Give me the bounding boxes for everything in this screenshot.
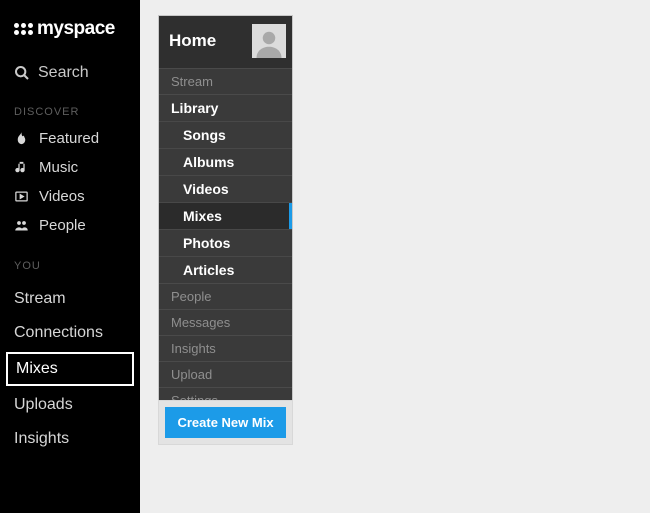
nav-videos[interactable]: Videos (0, 182, 140, 211)
panel-item-label: Upload (171, 367, 212, 382)
avatar[interactable] (252, 24, 286, 58)
panel-list: Stream Library Songs Albums Videos Mixes… (159, 68, 292, 439)
logo-dots-icon (14, 23, 33, 35)
panel-item-label: Library (171, 100, 218, 116)
search-label: Search (38, 64, 89, 82)
panel-sub-articles[interactable]: Articles (159, 256, 292, 283)
brand-name: myspace (37, 18, 115, 40)
you-label: Connections (14, 324, 103, 341)
panel-sub-mixes[interactable]: Mixes (159, 202, 292, 229)
you-label: Uploads (14, 396, 73, 413)
panel-sub-label: Albums (183, 154, 234, 170)
you-stream[interactable]: Stream (0, 282, 140, 316)
home-dropdown-panel: Home Stream Library Songs Albums Videos … (158, 15, 293, 440)
you-label: Mixes (16, 360, 58, 377)
you-heading: YOU (0, 254, 140, 278)
create-mix-container: Create New Mix (158, 400, 293, 445)
you-connections[interactable]: Connections (0, 316, 140, 350)
panel-sub-label: Songs (183, 127, 226, 143)
discover-heading: DISCOVER (0, 100, 140, 124)
panel-title: Home (169, 31, 216, 51)
search-icon (14, 65, 30, 81)
panel-item-stream[interactable]: Stream (159, 68, 292, 94)
you-list: Stream Connections Mixes Uploads Insight… (0, 282, 140, 456)
panel-sub-label: Articles (183, 262, 234, 278)
you-label: Insights (14, 430, 69, 447)
you-label: Stream (14, 290, 66, 307)
panel-sub-videos[interactable]: Videos (159, 175, 292, 202)
search-input[interactable]: Search (0, 54, 140, 100)
panel-item-people[interactable]: People (159, 283, 292, 309)
nav-label: Music (39, 159, 78, 176)
panel-item-label: People (171, 289, 211, 304)
panel-item-label: Messages (171, 315, 230, 330)
panel-item-insights[interactable]: Insights (159, 335, 292, 361)
panel-sub-photos[interactable]: Photos (159, 229, 292, 256)
panel-sub-songs[interactable]: Songs (159, 121, 292, 148)
nav-music[interactable]: Music (0, 153, 140, 182)
you-insights[interactable]: Insights (0, 422, 140, 456)
panel-sub-albums[interactable]: Albums (159, 148, 292, 175)
you-mixes[interactable]: Mixes (6, 352, 134, 386)
panel-item-upload[interactable]: Upload (159, 361, 292, 387)
brand-logo[interactable]: myspace (0, 10, 140, 54)
music-note-icon (14, 160, 29, 175)
nav-people[interactable]: People (0, 211, 140, 240)
avatar-placeholder-icon (254, 28, 284, 58)
play-icon (14, 189, 29, 204)
panel-sub-label: Mixes (183, 208, 222, 224)
panel-item-label: Stream (171, 74, 213, 89)
panel-header: Home (159, 16, 292, 68)
panel-item-library[interactable]: Library (159, 94, 292, 121)
discover-list: Featured Music Videos People (0, 124, 140, 240)
you-uploads[interactable]: Uploads (0, 388, 140, 422)
people-icon (14, 218, 29, 233)
panel-item-label: Insights (171, 341, 216, 356)
sidebar: myspace Search DISCOVER Featured Music V… (0, 0, 140, 513)
nav-label: Videos (39, 188, 85, 205)
nav-label: People (39, 217, 86, 234)
panel-item-messages[interactable]: Messages (159, 309, 292, 335)
panel-sub-label: Videos (183, 181, 229, 197)
nav-label: Featured (39, 130, 99, 147)
create-new-mix-button[interactable]: Create New Mix (165, 407, 286, 438)
nav-featured[interactable]: Featured (0, 124, 140, 153)
flame-icon (14, 131, 29, 146)
panel-sub-label: Photos (183, 235, 230, 251)
